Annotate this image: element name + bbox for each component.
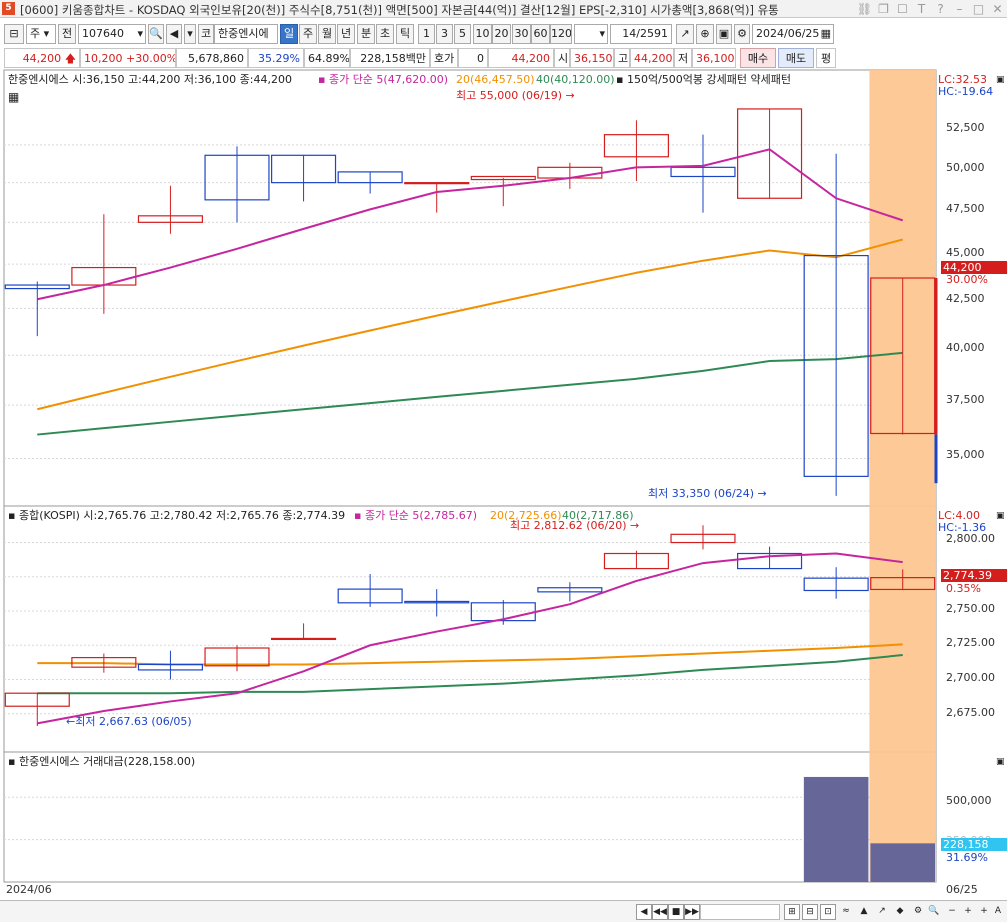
stop-button[interactable]: ■ — [668, 904, 684, 920]
chart-highlight — [869, 70, 936, 882]
scroll-first-button[interactable]: ◀◀ — [652, 904, 668, 920]
price-hc: HC:-19.64 — [938, 85, 994, 98]
price-pct-tag: 30.00% — [946, 273, 988, 286]
zoom-in-icon[interactable]: + — [960, 904, 976, 920]
kospi-low-note: ←최저 2,667.63 (06/05) — [66, 715, 192, 728]
pattern-label: ▪ 150억/500억봉 강세패턴 약세패턴 — [616, 73, 791, 86]
indicator-icon[interactable]: ⚙ — [910, 904, 926, 920]
scroll-bar: ◀ ◀◀ ■ ▶▶ ⊞ ⊟ ⊡ ≈ ▲ ↗ ◆ ⚙ 🔍 − + + A — [0, 900, 1007, 922]
price-ma5-label: ▪ 종가 단순 5(47,620.00) — [318, 73, 448, 86]
pattern-text: 150억/500억봉 강세패턴 약세패턴 — [626, 73, 791, 86]
save-chart-icon[interactable]: ⊡ — [820, 904, 836, 920]
amount-tag: 228,158 — [941, 838, 1007, 851]
zoom-out-icon[interactable]: − — [944, 904, 960, 920]
price-ma5-line — [37, 148, 904, 301]
scroll-left-button[interactable]: ◀ — [636, 904, 652, 920]
pane-frame — [3, 751, 937, 883]
price-ma5-text: 종가 단순 5(47,620.00) — [328, 73, 448, 86]
kospi-tag: 2,774.39 — [941, 569, 1007, 582]
today-highlight — [869, 70, 936, 882]
price-pane-title-text: 한중엔시에스 시:36,150 고:44,200 저:36,100 종:44,2… — [8, 73, 292, 86]
grid-toggle-icon[interactable]: ▦ — [8, 91, 19, 104]
price-pane-title: 한중엔시에스 시:36,150 고:44,200 저:36,100 종:44,2… — [8, 73, 292, 86]
kospi-ytick: 2,700.00 — [946, 671, 995, 684]
left-arrow-icon: ← — [66, 715, 76, 728]
kospi-low-note-text: 최저 2,667.63 (06/05) — [75, 715, 192, 728]
price-high-note: 최고 55,000 (06/19) → — [456, 89, 575, 102]
price-low-note-text: 최저 33,350 (06/24) — [648, 487, 755, 500]
kospi-ytick: 2,675.00 — [946, 706, 995, 719]
chart-canvas — [3, 69, 938, 883]
price-ma20-label: 20(46,457.50) — [456, 73, 535, 86]
kospi-ytick: 2,750.00 — [946, 602, 995, 615]
amount-pane-title: ▪ 한중엔시에스 거래대금(228,158.00) — [8, 755, 196, 768]
kospi-ma5-line — [37, 552, 903, 725]
kospi-ma5-label: ▪ 종가 단순 5(2,785.67) — [354, 509, 477, 522]
arrow-icon[interactable]: ↗ — [874, 904, 890, 920]
right-arrow-icon: → — [565, 89, 575, 102]
kospi-ytick: 2,800.00 — [946, 532, 995, 545]
price-low-note: 최저 33,350 (06/24) → — [648, 487, 767, 500]
copy-chart-icon[interactable]: ⊟ — [802, 904, 818, 920]
kospi-pct-tag: 0.35% — [946, 582, 981, 595]
amount-pane-close-icon[interactable]: ▣ — [996, 756, 1005, 769]
price-ytick: 40,000 — [946, 341, 985, 354]
xaxis-right-label: 06/25 — [946, 883, 978, 896]
marker-icon[interactable]: ◆ — [892, 904, 908, 920]
triangle-icon[interactable]: ▲ — [856, 904, 872, 920]
kospi-pane-title-text: 종합(KOSPI) 시:2,765.76 고:2,780.42 저:2,765.… — [18, 509, 346, 522]
kospi-pane-close-icon[interactable]: ▣ — [996, 510, 1005, 523]
price-ma40-label: 40(40,120.00) — [536, 73, 615, 86]
kospi-pane-title: ▪ 종합(KOSPI) 시:2,765.76 고:2,780.42 저:2,76… — [8, 509, 346, 522]
price-pane-close-icon[interactable]: ▣ — [996, 74, 1005, 87]
xaxis-left-label: 2024/06 — [6, 883, 52, 896]
amount-pct-tag: 31.69% — [946, 851, 988, 864]
price-ma20-line — [37, 238, 903, 411]
wave-icon[interactable]: ≈ — [838, 904, 854, 920]
price-ytick: 50,000 — [946, 161, 985, 174]
price-ytick: 52,500 — [946, 121, 985, 134]
font-size-icon[interactable]: A — [990, 904, 1006, 920]
zoom-slider[interactable] — [700, 904, 780, 920]
kospi-high-note: 최고 2,812.62 (06/20) → — [510, 519, 639, 532]
pane-frame — [3, 69, 937, 507]
kospi-ma5-text: 종가 단순 5(2,785.67) — [364, 509, 477, 522]
kospi-ma20-line — [37, 643, 903, 666]
right-arrow-icon: → — [757, 487, 767, 500]
price-ytick: 45,000 — [946, 246, 985, 259]
price-candle — [404, 182, 470, 185]
zoom-icon[interactable]: 🔍 — [926, 904, 942, 920]
price-ytick: 37,500 — [946, 393, 985, 406]
amount-pane-title-text: 한중엔시에스 거래대금(228,158.00) — [18, 755, 196, 768]
price-ytick: 35,000 — [946, 448, 985, 461]
price-high-note-text: 최고 55,000 (06/19) — [456, 89, 563, 102]
price-ytick: 47,500 — [946, 202, 985, 215]
price-ma40-line — [37, 351, 903, 436]
amount-ytick: 500,000 — [946, 794, 992, 807]
kospi-high-note-text: 최고 2,812.62 (06/20) — [510, 519, 627, 532]
fullscreen-icon[interactable]: ⊞ — [784, 904, 800, 920]
price-ytick: 42,500 — [946, 292, 985, 305]
kospi-ytick: 2,725.00 — [946, 636, 995, 649]
scroll-last-button[interactable]: ▶▶ — [684, 904, 700, 920]
amount-bar — [803, 776, 869, 882]
amount-bar — [870, 843, 935, 882]
right-arrow-icon: → — [630, 519, 640, 532]
kospi-candle — [271, 637, 337, 641]
